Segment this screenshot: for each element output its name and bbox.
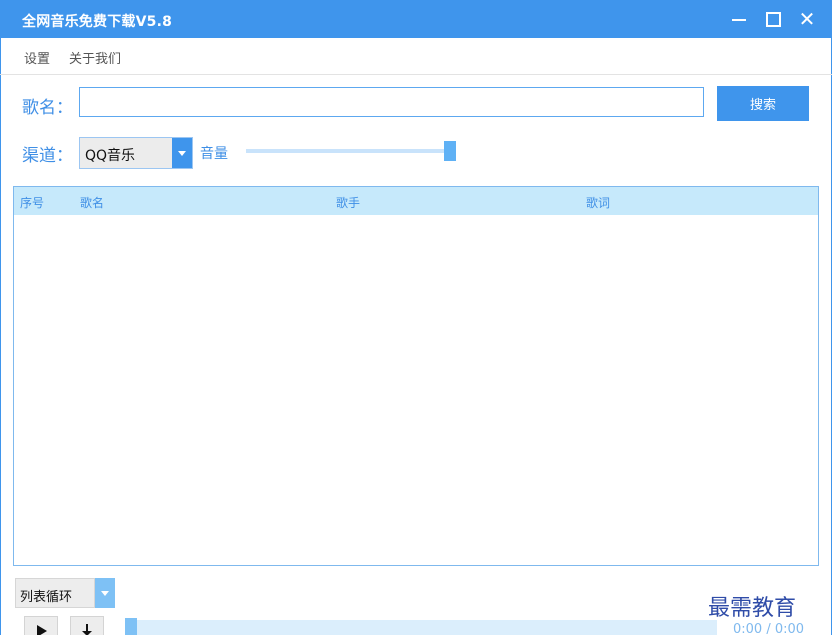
song-list-table: 序号 歌名 歌手 歌词 xyxy=(13,186,819,566)
column-header-index[interactable]: 序号 xyxy=(20,194,44,211)
chevron-down-icon xyxy=(178,151,186,156)
window-border-left xyxy=(0,38,1,635)
play-button[interactable] xyxy=(24,616,58,635)
table-header: 序号 歌名 歌手 歌词 xyxy=(14,187,818,215)
menu-about-us[interactable]: 关于我们 xyxy=(69,48,121,67)
title-bar: 全网音乐免费下载V5.8 ✕ xyxy=(0,0,832,38)
window-title: 全网音乐免费下载V5.8 xyxy=(22,14,173,30)
play-mode-box: 列表循环 xyxy=(15,578,95,608)
channel-label: 渠道： xyxy=(22,146,73,166)
volume-slider-thumb[interactable] xyxy=(444,141,456,161)
playback-progress-thumb[interactable] xyxy=(125,618,137,635)
column-header-singer[interactable]: 歌手 xyxy=(336,194,360,211)
download-arrow xyxy=(82,631,92,635)
close-button[interactable]: ✕ xyxy=(790,0,824,38)
play-mode-select[interactable]: 列表循环 xyxy=(15,578,115,608)
song-name-label: 歌名： xyxy=(22,98,73,118)
minimize-button[interactable] xyxy=(722,0,756,38)
channel-selected-value: QQ音乐 xyxy=(85,148,136,164)
playback-progress-bar[interactable] xyxy=(125,618,717,635)
download-button[interactable] xyxy=(70,616,104,635)
volume-label: 音量 xyxy=(200,146,228,162)
playback-time: 0:00 / 0:00 xyxy=(733,622,805,635)
app-window: 全网音乐免费下载V5.8 ✕ 设置 关于我们 歌名： 搜索 渠道： QQ音乐 音… xyxy=(0,0,832,635)
volume-slider-fill xyxy=(246,149,446,153)
volume-slider-track[interactable] xyxy=(246,149,446,153)
play-mode-dropdown-button[interactable] xyxy=(95,578,115,608)
column-header-lyrics[interactable]: 歌词 xyxy=(586,194,610,211)
play-mode-value: 列表循环 xyxy=(20,590,73,605)
search-button[interactable]: 搜索 xyxy=(717,86,809,121)
column-header-song[interactable]: 歌名 xyxy=(80,194,104,211)
close-icon: ✕ xyxy=(798,7,816,31)
menu-settings[interactable]: 设置 xyxy=(24,48,50,67)
minimize-icon xyxy=(732,19,746,21)
maximize-icon xyxy=(766,12,781,27)
play-icon xyxy=(37,625,47,635)
maximize-button[interactable] xyxy=(756,0,790,38)
channel-select[interactable]: QQ音乐 xyxy=(79,137,193,169)
menu-bar: 设置 关于我们 xyxy=(0,38,832,75)
song-name-input[interactable] xyxy=(79,87,704,117)
chevron-down-icon xyxy=(101,591,109,596)
channel-dropdown-button[interactable] xyxy=(172,138,192,168)
watermark-text: 最需教育 xyxy=(708,596,797,621)
